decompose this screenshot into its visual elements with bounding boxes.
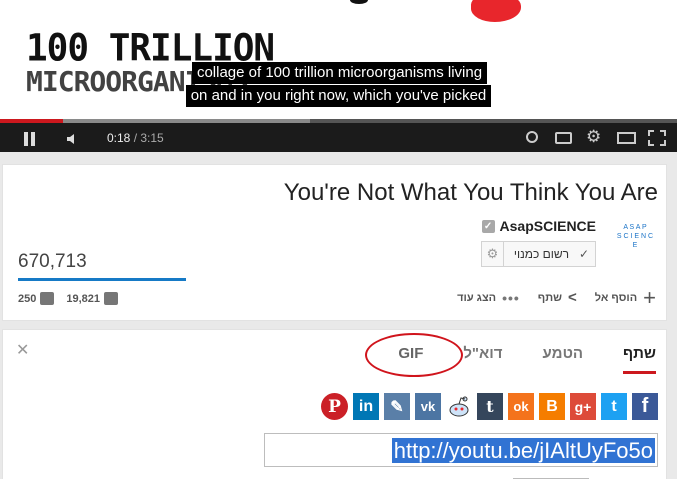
video-title: You're Not What You Think You Are — [283, 179, 658, 206]
reddit-icon[interactable] — [446, 393, 472, 420]
facebook-icon[interactable]: f — [632, 393, 658, 420]
time-current: 0:18 — [107, 131, 131, 145]
watch-later-icon[interactable] — [526, 131, 538, 143]
action-row: הצג עוד ••• שתף < הוסף אל + — [457, 284, 656, 310]
video-drawing-mark — [350, 0, 368, 4]
twitter-icon[interactable]: t — [601, 393, 627, 420]
close-icon[interactable]: ✕ — [16, 340, 29, 360]
time-display: 0:18 / 3:15 — [107, 131, 164, 145]
like-dislike-group: 250 19,821 — [18, 292, 119, 305]
likes-ratio-bar — [18, 278, 186, 281]
share-label: שתף — [537, 291, 562, 304]
verified-check-icon: ✓ — [481, 219, 495, 233]
tab-embed[interactable]: הטמע — [543, 345, 583, 374]
dislike-count: 250 — [18, 292, 37, 305]
video-player[interactable]: 100 TRILLION MICROORGANISMS collage of 1… — [0, 0, 677, 152]
channel-name[interactable]: ✓ AsapSCIENCE — [481, 218, 596, 234]
settings-gear-icon[interactable]: ⚙ — [586, 127, 601, 147]
channel-logo[interactable]: A S A PS C I E N C E — [614, 223, 656, 253]
more-dots-icon: ••• — [502, 289, 520, 306]
add-to-label: הוסף אל — [594, 291, 638, 304]
caption-line-1: collage of 100 trillion microorganisms l… — [1, 62, 677, 84]
add-to-button[interactable]: הוסף אל + — [594, 284, 656, 310]
video-info-card: You're Not What You Think You Are ✓ Asap… — [2, 164, 667, 321]
tab-gif[interactable]: GIF — [398, 345, 423, 374]
player-controls: 0:18 / 3:15 ⚙ — [0, 119, 677, 152]
share-url-selected-text[interactable]: http://youtu.be/jIAltUyFo5o — [391, 438, 655, 463]
more-label: הצג עוד — [457, 291, 497, 304]
more-button[interactable]: הצג עוד ••• — [457, 290, 520, 306]
video-drawing-blob — [471, 0, 521, 22]
time-duration: 3:15 — [140, 131, 164, 145]
subtitles-icon[interactable] — [555, 132, 572, 144]
plus-icon: + — [643, 284, 656, 310]
share-tabs: GIF דוא"ל הטמע שתף — [398, 345, 656, 374]
tab-email[interactable]: דוא"ל — [463, 345, 502, 374]
pause-icon[interactable] — [22, 132, 36, 146]
odnoklassniki-icon[interactable]: ok — [508, 393, 534, 420]
tab-share[interactable]: שתף — [623, 345, 656, 374]
view-count: 670,713 — [18, 251, 87, 272]
linkedin-icon[interactable]: in — [353, 393, 379, 420]
progress-played — [0, 119, 63, 123]
vk-icon[interactable]: vk — [415, 393, 441, 420]
share-icon: < — [567, 289, 577, 306]
blogger-icon[interactable]: B — [539, 393, 565, 420]
caption-line-2: on and in you right now, which you've pi… — [0, 85, 677, 107]
thumbs-up-icon[interactable] — [104, 292, 119, 305]
share-button[interactable]: שתף < — [538, 289, 577, 306]
google-plus-icon[interactable]: g+ — [570, 393, 596, 420]
share-url-input[interactable]: http://youtu.be/jIAltUyFo5o — [264, 433, 658, 467]
subscribe-button[interactable]: ⚙ רשום כמנוי ✓ — [481, 241, 596, 267]
theater-mode-icon[interactable] — [617, 132, 636, 144]
subscription-settings-gear-icon[interactable]: ⚙ — [482, 242, 504, 266]
progress-bar[interactable] — [0, 119, 677, 123]
fullscreen-icon[interactable] — [648, 130, 666, 146]
tumblr-icon[interactable]: t — [477, 393, 503, 420]
subscribe-label[interactable]: רשום כמנוי — [504, 247, 579, 261]
livejournal-icon[interactable]: ✎ — [384, 393, 410, 420]
youtube-watch-page: 100 TRILLION MICROORGANISMS collage of 1… — [0, 0, 677, 479]
volume-icon[interactable] — [66, 132, 80, 149]
pinterest-icon[interactable]: P — [321, 393, 348, 420]
share-panel: ✕ GIF דוא"ל הטמע שתף P in ✎ vk t ok B g+… — [2, 329, 667, 479]
thumbs-down-icon[interactable] — [40, 292, 55, 305]
check-icon: ✓ — [578, 247, 589, 261]
like-count: 19,821 — [66, 292, 101, 305]
social-share-buttons: P in ✎ vk t ok B g+ t f — [321, 393, 658, 420]
